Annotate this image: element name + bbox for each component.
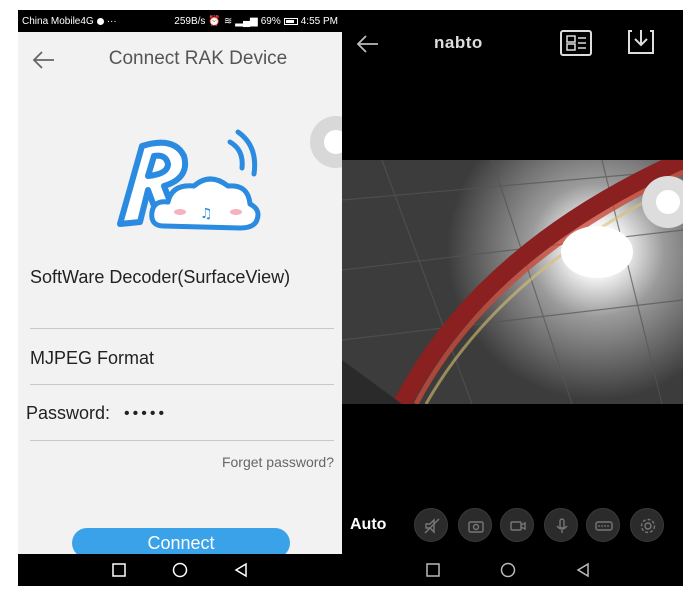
camera-screen: nabto Auto [342, 10, 683, 586]
battery-percent: 69% [260, 15, 281, 27]
sd-card-icon[interactable] [558, 28, 594, 58]
download-icon[interactable] [626, 27, 656, 57]
password-row: Password: ••••• [26, 403, 330, 424]
divider [30, 328, 334, 329]
navigation-bar [342, 554, 683, 586]
format-option[interactable]: MJPEG Format [30, 348, 334, 369]
back-arrow-icon[interactable] [30, 48, 58, 72]
wifi-icon: ≋ [223, 15, 233, 27]
title-bar: Connect RAK Device [18, 32, 342, 88]
video-frame-image [342, 160, 683, 404]
connect-screen: China Mobile4G ··· 259B/s ⏰ ≋ ▂▄▆ 69% 4:… [18, 10, 342, 586]
device-title: nabto [434, 33, 483, 52]
password-label: Password: [26, 403, 111, 423]
auto-mode-label[interactable]: Auto [350, 516, 386, 534]
record-icon [510, 521, 526, 531]
record-button[interactable] [500, 508, 534, 542]
decoder-option[interactable]: SoftWare Decoder(SurfaceView) [30, 266, 334, 289]
navigation-bar [18, 554, 342, 586]
back-icon[interactable] [574, 561, 592, 579]
svg-text:♫: ♫ [200, 206, 213, 222]
floating-toggle[interactable] [310, 116, 342, 168]
recents-icon[interactable] [424, 561, 442, 579]
screenshot-stage: China Mobile4G ··· 259B/s ⏰ ≋ ▂▄▆ 69% 4:… [0, 0, 683, 596]
resolution-icon [595, 521, 613, 531]
alarm-icon: ⏰ [208, 15, 221, 27]
settings-icon [640, 518, 656, 534]
carrier-text: China Mobile4G [22, 15, 94, 27]
divider [30, 440, 334, 441]
snapshot-button[interactable] [458, 508, 492, 542]
camera-video-feed[interactable] [342, 160, 683, 404]
more-icon: ··· [106, 15, 117, 27]
forget-password-link[interactable]: Forget password? [222, 454, 334, 470]
back-arrow-icon[interactable] [354, 32, 382, 56]
network-speed: 259B/s [174, 15, 206, 27]
signal-icon: ▂▄▆ [235, 15, 258, 27]
microphone-button[interactable] [544, 508, 578, 542]
clock-text: 4:55 PM [300, 15, 338, 27]
rak-logo-icon: ♫ [117, 129, 261, 231]
home-icon[interactable] [171, 561, 189, 579]
status-bar: China Mobile4G ··· 259B/s ⏰ ≋ ▂▄▆ 69% 4:… [18, 10, 342, 32]
notification-icon [96, 17, 104, 25]
snapshot-icon [468, 521, 484, 533]
battery-icon [283, 17, 298, 25]
mute-button[interactable] [414, 508, 448, 542]
mute-icon [424, 518, 440, 534]
password-input[interactable]: ••••• [124, 405, 167, 423]
back-icon[interactable] [232, 561, 250, 579]
divider [30, 384, 334, 385]
settings-button[interactable] [630, 508, 664, 542]
page-title: Connect RAK Device [108, 48, 288, 69]
microphone-icon [556, 518, 568, 533]
recents-icon[interactable] [110, 561, 128, 579]
home-icon[interactable] [499, 561, 517, 579]
resolution-button[interactable] [586, 508, 620, 542]
